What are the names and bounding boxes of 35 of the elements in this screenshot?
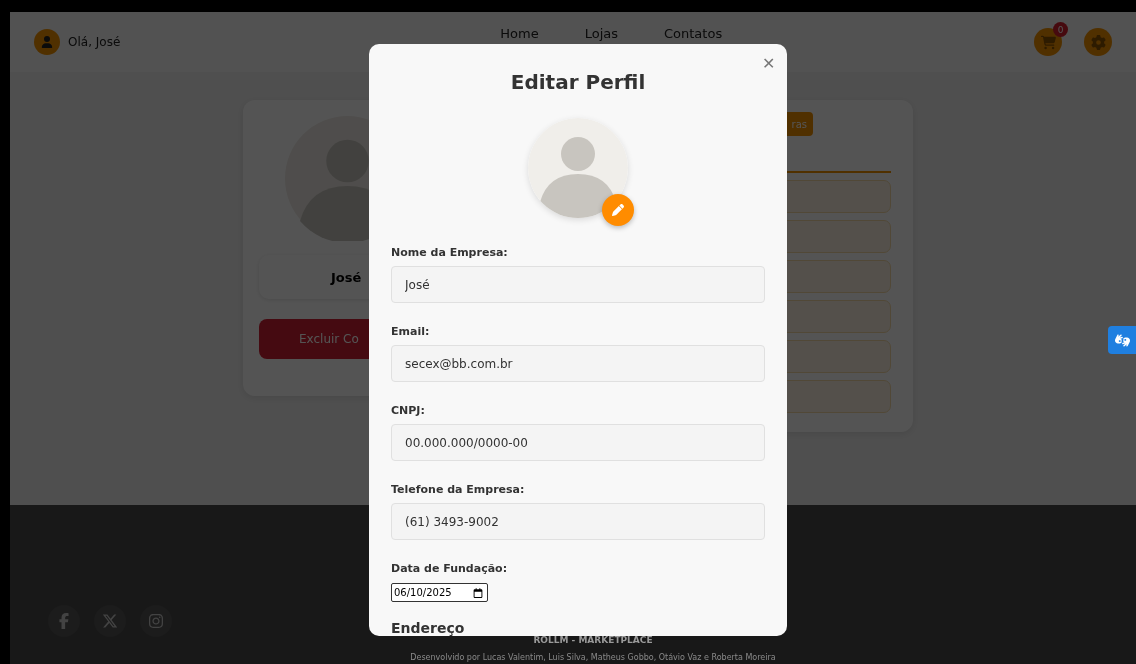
sign-language-icon — [1114, 332, 1130, 348]
cart-icon — [1040, 34, 1056, 50]
edit-photo-button[interactable] — [602, 194, 634, 226]
date-field[interactable]: 06/10/2025 — [391, 583, 488, 603]
footer-credits: Desenvolvido por Lucas Valentim, Luis Silva, Matheus Gobbo, Otávio Vaz e Roberta Moreira — [410, 653, 776, 662]
modal-title: Editar Perfil — [509, 70, 647, 94]
field-label: Email: — [391, 325, 430, 338]
greeting: Olá, José — [68, 35, 121, 49]
field-label: Telefone da Empresa: — [391, 483, 525, 496]
user-button[interactable] — [34, 29, 60, 55]
x-icon — [102, 613, 118, 629]
field-label: Data de Fundação: — [391, 562, 508, 575]
input-field[interactable]: secex@bb.com.br — [391, 345, 765, 382]
social-link[interactable] — [140, 605, 172, 637]
section-heading: Endereço — [391, 620, 466, 636]
facebook-icon — [56, 613, 72, 629]
accessibility-button[interactable] — [1108, 326, 1136, 354]
pencil-icon — [612, 204, 624, 216]
settings-icon — [1090, 34, 1106, 50]
social-link[interactable] — [48, 605, 80, 637]
calendar-icon — [473, 587, 483, 598]
input-field[interactable]: (61) 3493-9002 — [391, 503, 765, 540]
avatar-icon — [528, 118, 628, 218]
instagram-icon — [148, 613, 164, 629]
footer-brand: ROLLM - MARKETPLACE — [533, 635, 653, 645]
social-link[interactable] — [94, 605, 126, 637]
cart-count: 0 — [1053, 22, 1068, 37]
input-field[interactable]: José — [391, 266, 765, 303]
user-icon — [41, 36, 53, 48]
close-button[interactable]: ✕ — [762, 56, 775, 72]
cart-button[interactable] — [1034, 28, 1062, 56]
field-label: CNPJ: — [391, 404, 425, 417]
field-label: Nome da Empresa: — [391, 246, 508, 259]
input-field[interactable]: 00.000.000/0000-00 — [391, 424, 765, 461]
settings-button[interactable] — [1084, 28, 1112, 56]
